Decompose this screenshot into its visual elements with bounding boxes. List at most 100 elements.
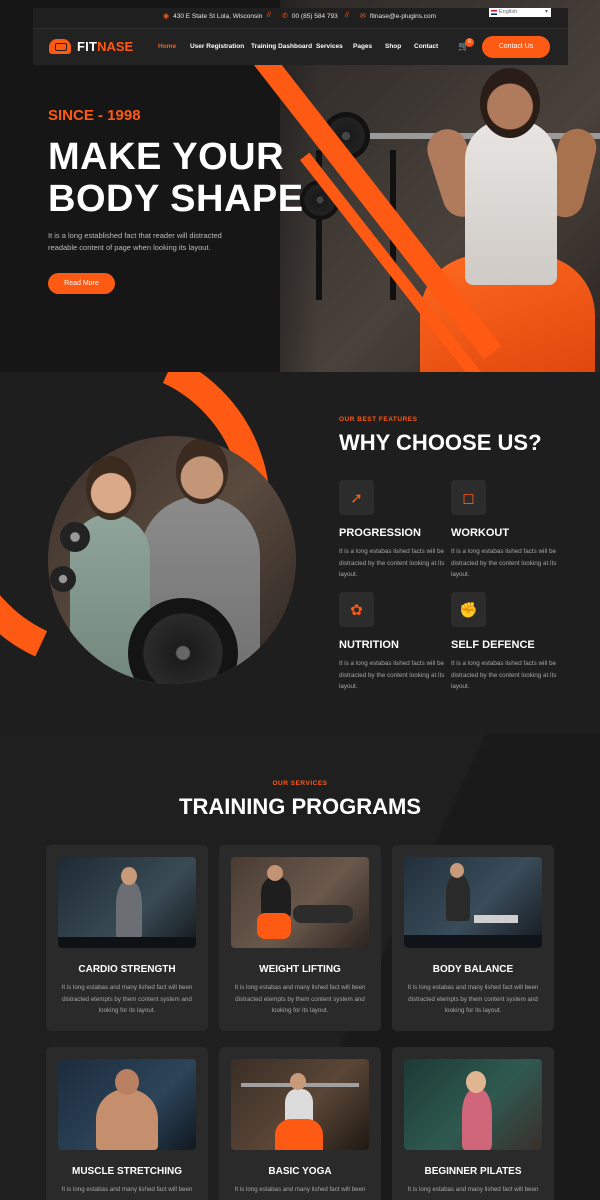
dumbbell-icon: ◻ [451, 480, 486, 515]
program-text: It is long estabas and many lished fact … [407, 1186, 539, 1193]
program-text: It is long estabas and many lished fact … [61, 984, 193, 1014]
athlete-head [466, 1071, 486, 1093]
program-card-body-balance[interactable]: BODY BALANCE It is long estabas and many… [392, 845, 554, 1031]
nav-shop[interactable]: Shop [385, 43, 401, 50]
hero-title: MAKE YOUR BODY SHAPE [48, 136, 304, 220]
athlete-figure [285, 1089, 313, 1123]
program-image [231, 1059, 369, 1150]
program-text: It is long estabas and many lished fact … [407, 984, 539, 1014]
feature-text: It is a long estabas lished facts will b… [339, 548, 445, 578]
read-more-button[interactable]: Read More [48, 273, 115, 294]
man-head [176, 438, 228, 504]
email-info[interactable]: ✉ fitnase@e-plugins.com [360, 12, 436, 20]
athlete-head [115, 1069, 139, 1095]
hero-since-label: SINCE - 1998 [48, 107, 141, 124]
hero-description: It is a long established fact that reade… [48, 231, 222, 252]
cart-count-badge: 0 [465, 38, 474, 47]
athlete-figure [96, 1089, 158, 1150]
address-info: ◉ 430 E State St Lola, Wisconsin [163, 12, 262, 20]
weight-disc [60, 522, 90, 552]
program-text: It is long estabas and many lished fact … [234, 1186, 366, 1193]
program-image [231, 857, 369, 948]
program-card-basic-yoga[interactable]: BASIC YOGA It is long estabas and many l… [219, 1047, 381, 1200]
logo-text-nase: NASE [97, 39, 134, 54]
feature-workout: ◻ WORKOUT It is a long estabas lished fa… [451, 480, 563, 581]
address-text: 430 E State St Lola, Wisconsin [173, 13, 263, 20]
feature-text: It is a long estabas lished facts will b… [451, 660, 557, 690]
athlete-head [121, 867, 137, 885]
top-info-bar: ◉ 430 E State St Lola, Wisconsin // ✆ 00 (… [33, 8, 568, 28]
phone-text: 00 (85) 584 793 [291, 13, 338, 20]
training-programs-section: OUR SERVICES TRAINING PROGRAMS CARDIO ST… [0, 734, 600, 1200]
weight-disc [50, 566, 76, 592]
woman-head [86, 456, 136, 520]
language-label: English [499, 9, 518, 15]
feature-self-defence: ✊ SELF DEFENCE It is a long estabas lish… [451, 592, 563, 693]
mail-icon: ✉ [360, 13, 366, 20]
couple-photo [48, 436, 296, 684]
email-text: fitnase@e-plugins.com [369, 13, 437, 20]
why-choose-section: OUR BEST FEATURES WHY CHOOSE US? ➚ PROGR… [0, 372, 600, 734]
feature-title: SELF DEFENCE [451, 639, 535, 651]
section-kicker: OUR BEST FEATURES [339, 416, 418, 423]
program-card-beginner-pilates[interactable]: BEGINNER PILATES It is long estabas and … [392, 1047, 554, 1200]
program-image [404, 1059, 542, 1150]
hero-title-line1: MAKE YOUR [48, 136, 285, 178]
nav-pages[interactable]: Pages [353, 43, 372, 50]
section-title: WHY CHOOSE US? [339, 430, 542, 455]
nav-services[interactable]: Services [316, 43, 343, 50]
site-logo[interactable]: FIT NASE [49, 39, 133, 54]
nav-training-dashboard[interactable]: Training Dashboard [251, 43, 312, 50]
program-title: BASIC YOGA [268, 1166, 332, 1177]
athlete-head [450, 863, 464, 878]
contact-us-button[interactable]: Contact Us [482, 36, 550, 58]
program-card-muscle-stretching[interactable]: MUSCLE STRETCHING It is long estabas and… [46, 1047, 208, 1200]
chevron-down-icon: ▾ [544, 9, 548, 15]
hero-title-line2: BODY SHAPE [48, 178, 304, 220]
nav-contact[interactable]: Contact [414, 43, 438, 50]
phone-icon: ✆ [282, 13, 288, 20]
location-pin-icon: ◉ [163, 13, 170, 20]
feature-text: It is a long estabas lished facts will b… [451, 548, 557, 578]
flag-icon [491, 10, 497, 15]
logo-text-fit: FIT [77, 39, 98, 54]
program-text: It is long estabas and many lished fact … [61, 1186, 193, 1193]
self-defence-icon: ✊ [451, 592, 486, 627]
trainer-head [267, 865, 283, 881]
program-image [58, 857, 196, 948]
section-title: TRAINING PROGRAMS [179, 794, 421, 819]
athlete-head [480, 68, 540, 138]
program-title: WEIGHT LIFTING [259, 964, 341, 975]
program-title: BEGINNER PILATES [424, 1166, 522, 1177]
nav-home[interactable]: Home [158, 43, 176, 50]
section-kicker: OUR SERVICES [272, 780, 328, 787]
phone-info[interactable]: ✆ 00 (85) 584 793 [282, 12, 338, 20]
program-title: MUSCLE STRETCHING [72, 1166, 182, 1177]
language-selector[interactable]: English ▾ [489, 8, 551, 17]
feature-progression: ➚ PROGRESSION It is a long estabas lishe… [339, 480, 451, 581]
program-card-cardio-strength[interactable]: CARDIO STRENGTH It is long estabas and m… [46, 845, 208, 1031]
feature-text: It is a long estabas lished facts will b… [339, 660, 445, 690]
program-text: It is long estabas and many lished fact … [234, 984, 366, 1014]
athlete-figure [446, 875, 470, 921]
athlete-torso [465, 120, 557, 285]
program-image [58, 1059, 196, 1150]
feature-title: PROGRESSION [339, 527, 421, 539]
feature-title: WORKOUT [451, 527, 510, 539]
logo-icon [49, 39, 71, 54]
athlete-head [290, 1073, 306, 1090]
program-title: CARDIO STRENGTH [78, 964, 176, 975]
feature-title: NUTRITION [339, 639, 399, 651]
program-title: BODY BALANCE [432, 964, 514, 975]
nutrition-icon: ✿ [339, 592, 374, 627]
nav-user-registration[interactable]: User Registration [190, 43, 244, 50]
trainer-figure [261, 877, 291, 917]
athlete-figure [116, 881, 142, 939]
program-image [404, 857, 542, 948]
separator: // [345, 12, 349, 19]
athlete-figure [462, 1089, 492, 1150]
hero-section: ◉ 430 E State St Lola, Wisconsin // ✆ 00 (… [0, 0, 600, 372]
feature-nutrition: ✿ NUTRITION It is a long estabas lished … [339, 592, 451, 693]
separator: // [267, 12, 271, 19]
program-card-weight-lifting[interactable]: WEIGHT LIFTING It is long estabas and ma… [219, 845, 381, 1031]
